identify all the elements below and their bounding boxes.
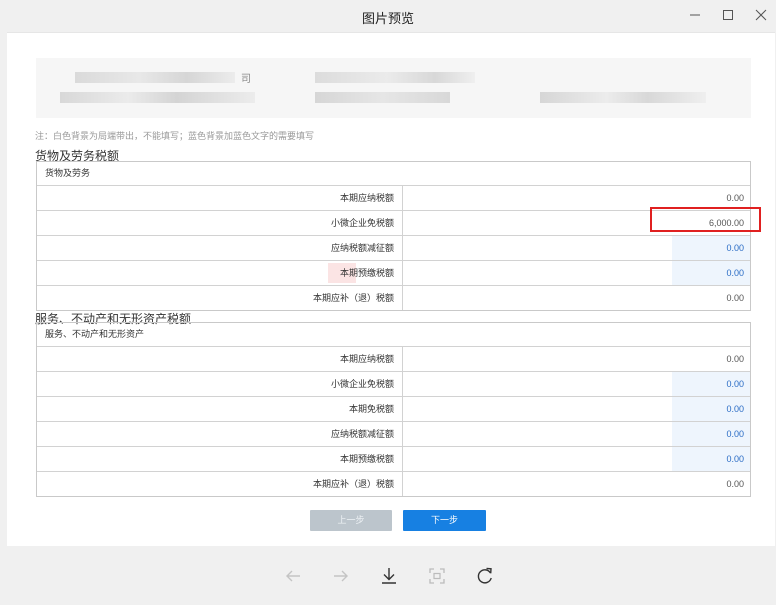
editable-value-field[interactable]: 0.00 (403, 397, 750, 421)
table-row: 小微企业免税额 6,000.00 (37, 211, 750, 236)
table-header: 服务、不动产和无形资产 (37, 323, 750, 347)
table-row: 本期应补（退）税额 0.00 (37, 286, 750, 310)
goods-tax-table: 货物及劳务 本期应纳税额 0.00 小微企业免税额 6,000.00 应纳税额减… (36, 161, 751, 311)
table-row: 应纳税额减征额 0.00 (37, 236, 750, 261)
maximize-icon (723, 10, 733, 20)
table-row: 本期应纳税额 0.00 (37, 347, 750, 372)
table-row: 本期预缴税额 0.00 (37, 447, 750, 472)
download-icon (382, 568, 396, 584)
editable-value-field[interactable]: 0.00 (403, 261, 750, 285)
row-value: 0.00 (726, 293, 744, 303)
row-label: 本期应纳税额 (37, 186, 403, 210)
blurred-text (75, 72, 235, 83)
rotate-button[interactable] (474, 565, 496, 587)
minimize-button[interactable] (684, 5, 706, 25)
title-bar: 图片预览 (0, 0, 776, 32)
row-label: 本期免税额 (37, 397, 403, 421)
row-label: 本期应补（退）税额 (37, 286, 403, 310)
table-row: 应纳税额减征额 0.00 (37, 422, 750, 447)
company-suffix: 司 (241, 74, 251, 85)
close-button[interactable] (750, 5, 772, 25)
row-label: 应纳税额减征额 (37, 236, 403, 260)
row-label: 小微企业免税额 (37, 372, 403, 396)
editable-value-field[interactable]: 0.00 (403, 236, 750, 260)
editable-value-field[interactable]: 0.00 (403, 447, 750, 471)
blurred-text (315, 72, 475, 83)
table-row: 本期应补（退）税额 0.00 (37, 472, 750, 496)
row-label: 本期预缴税额 (37, 261, 403, 285)
editable-value-field[interactable]: 0.00 (403, 422, 750, 446)
row-label: 本期应纳税额 (37, 347, 403, 371)
editable-value-field[interactable]: 0.00 (403, 372, 750, 396)
rotate-icon (477, 567, 492, 584)
row-label: 本期应补（退）税额 (37, 472, 403, 496)
previous-image-button[interactable] (282, 565, 304, 587)
blurred-text (540, 92, 706, 103)
table-row: 小微企业免税额 0.00 (37, 372, 750, 397)
highlight-box (650, 207, 761, 232)
row-value: 0.00 (726, 354, 744, 364)
blurred-company-info (36, 58, 751, 118)
row-label: 应纳税额减征额 (37, 422, 403, 446)
maximize-button[interactable] (717, 5, 739, 25)
form-note: 注：白色背景为局端带出，不能填写；蓝色背景加蓝色文字的需要填写 (35, 131, 315, 141)
prev-step-button[interactable]: 上一步 (310, 510, 392, 531)
arrow-left-icon (286, 570, 300, 582)
next-image-button[interactable] (330, 565, 352, 587)
arrow-right-icon (334, 570, 348, 582)
row-label: 本期预缴税额 (37, 447, 403, 471)
window-title: 图片预览 (361, 11, 414, 26)
table-row: 本期应纳税额 0.00 (37, 186, 750, 211)
services-tax-table: 服务、不动产和无形资产 本期应纳税额 0.00 小微企业免税额 0.00 本期免… (36, 322, 751, 497)
table-row: 本期预缴税额 0.00 (37, 261, 750, 286)
row-value: 0.00 (726, 479, 744, 489)
next-step-button[interactable]: 下一步 (403, 510, 486, 531)
row-label: 小微企业免税额 (37, 211, 403, 235)
blurred-text (60, 92, 255, 103)
fit-screen-button[interactable] (426, 565, 448, 587)
blurred-text (315, 92, 450, 103)
table-row: 本期免税额 0.00 (37, 397, 750, 422)
fit-screen-icon (429, 568, 445, 584)
minimize-icon (690, 14, 700, 16)
download-button[interactable] (378, 565, 400, 587)
close-icon (755, 9, 767, 21)
table-header: 货物及劳务 (37, 162, 750, 186)
